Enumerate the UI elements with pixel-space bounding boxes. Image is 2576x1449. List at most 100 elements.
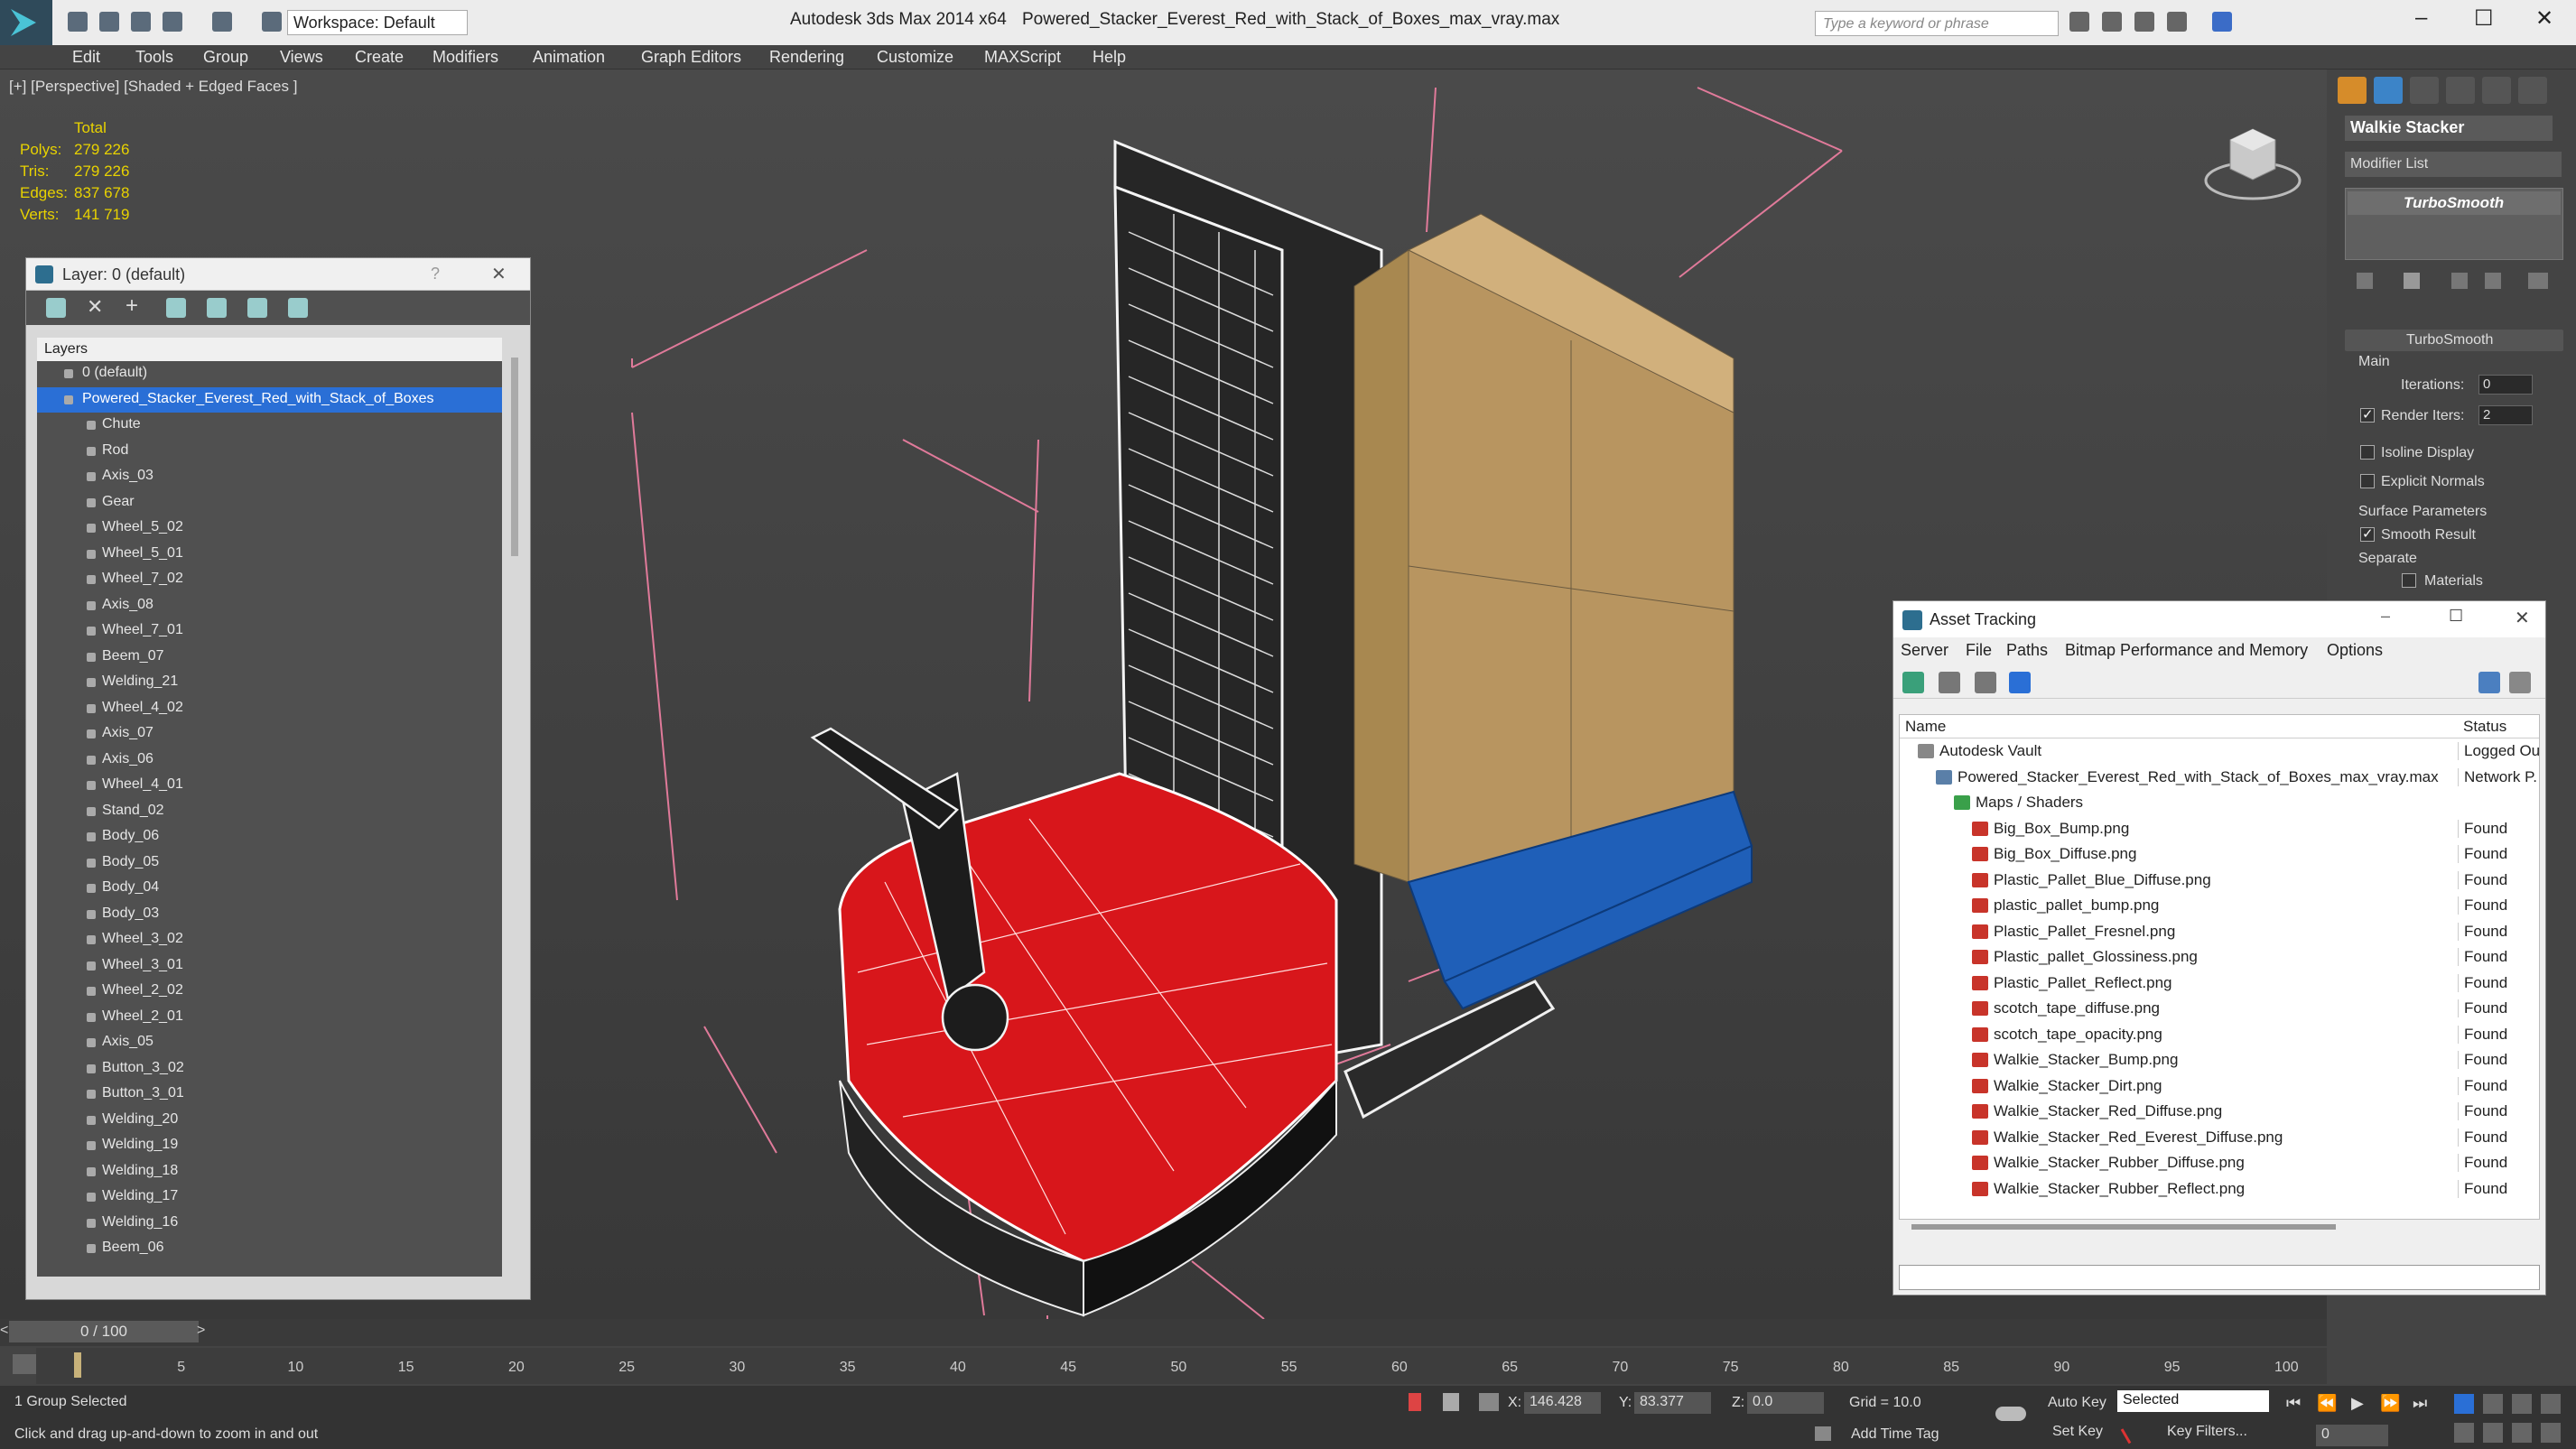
configure-sets-icon[interactable] bbox=[2528, 273, 2548, 289]
time-slider-bar[interactable] bbox=[0, 1319, 2327, 1346]
zoom-all-icon[interactable] bbox=[2483, 1394, 2503, 1414]
utilities-tab-icon[interactable] bbox=[2518, 77, 2547, 104]
asset-tracking-header[interactable]: Asset Tracking – ☐ ✕ bbox=[1893, 601, 2545, 637]
make-unique-icon[interactable] bbox=[2451, 273, 2468, 289]
key-mode-dropdown[interactable]: Selected bbox=[2117, 1390, 2269, 1412]
redo-icon[interactable] bbox=[212, 12, 232, 32]
menu-maxscript[interactable]: MAXScript bbox=[984, 48, 1061, 67]
layer-object-item[interactable]: Wheel_5_01 bbox=[37, 542, 502, 568]
asset-row[interactable]: scotch_tape_opacity.png Found bbox=[1900, 1022, 2539, 1048]
layer-panel-header[interactable]: Layer: 0 (default) ? ✕ bbox=[26, 258, 530, 291]
layer-object-item[interactable]: Axis_07 bbox=[37, 721, 502, 748]
close-icon[interactable]: ✕ bbox=[2515, 607, 2530, 629]
layer-object-item[interactable]: Beem_07 bbox=[37, 645, 502, 671]
prev-key-icon[interactable]: ⏪ bbox=[2317, 1394, 2337, 1413]
iterations-spinner[interactable]: 0 bbox=[2478, 375, 2533, 395]
render-iters-spinner[interactable]: 2 bbox=[2478, 405, 2533, 425]
asset-row[interactable]: Plastic_Pallet_Reflect.png Found bbox=[1900, 971, 2539, 997]
asset-row[interactable]: Walkie_Stacker_Rubber_Reflect.png Found bbox=[1900, 1176, 2539, 1203]
next-key-icon[interactable]: ⏩ bbox=[2380, 1394, 2400, 1413]
help-icon[interactable]: ? bbox=[431, 265, 440, 283]
binoculars-icon[interactable] bbox=[2069, 12, 2089, 32]
delete-layer-icon[interactable]: ✕ bbox=[87, 295, 107, 318]
layer-object-item[interactable]: Wheel_7_01 bbox=[37, 618, 502, 645]
current-frame-field[interactable]: 0 bbox=[2316, 1425, 2388, 1446]
layer-object-item[interactable]: Welding_21 bbox=[37, 670, 502, 696]
layer-object-item[interactable]: Beem_06 bbox=[37, 1236, 502, 1262]
table-view-icon[interactable] bbox=[1975, 672, 1996, 693]
modifier-list-dropdown[interactable]: Modifier List bbox=[2345, 152, 2562, 177]
minimize-icon[interactable]: – bbox=[2415, 5, 2427, 31]
menu-create[interactable]: Create bbox=[355, 48, 404, 67]
explicit-normals-checkbox[interactable] bbox=[2360, 474, 2375, 488]
motion-tab-icon[interactable] bbox=[2446, 77, 2475, 104]
display-tab-icon[interactable] bbox=[2482, 77, 2511, 104]
modify-tab-icon[interactable] bbox=[2374, 77, 2403, 104]
save-icon[interactable] bbox=[131, 12, 151, 32]
asset-hscrollbar[interactable] bbox=[1911, 1224, 2336, 1230]
maximize-icon[interactable]: ☐ bbox=[2474, 5, 2494, 32]
layer-list[interactable]: Layers 0 (default) Powered_Stacker_Evere… bbox=[37, 338, 502, 1277]
info-icon[interactable] bbox=[2509, 672, 2531, 693]
layer-object-item[interactable]: Stand_02 bbox=[37, 799, 502, 825]
asset-row[interactable]: Maps / Shaders bbox=[1900, 790, 2539, 816]
zoom-icon[interactable] bbox=[2454, 1394, 2474, 1414]
trackbar[interactable]: 5 10 15 20 25 30 35 40 45 50 55 60 65 70 75 80 85 90 95 100 bbox=[36, 1348, 2327, 1384]
layer-object-item[interactable]: Axis_03 bbox=[37, 464, 502, 490]
layer-default[interactable]: 0 (default) bbox=[37, 361, 502, 387]
layer-scrollbar[interactable] bbox=[511, 358, 518, 556]
layer-object-item[interactable]: Wheel_4_02 bbox=[37, 696, 502, 722]
help-icon[interactable] bbox=[2478, 672, 2500, 693]
maximize-viewport-icon[interactable] bbox=[2541, 1423, 2561, 1443]
go-to-end-icon[interactable]: ⏭ bbox=[2413, 1394, 2427, 1413]
layer-object-item[interactable]: Wheel_4_01 bbox=[37, 773, 502, 799]
asset-table[interactable]: Name Status Autodesk Vault Logged Ou Power… bbox=[1899, 714, 2540, 1220]
menu-graph-editors[interactable]: Graph Editors bbox=[641, 48, 741, 67]
close-icon[interactable]: ✕ bbox=[491, 263, 507, 285]
close-icon[interactable]: ✕ bbox=[2535, 5, 2553, 32]
col-status[interactable]: Status bbox=[2463, 718, 2506, 736]
workspace-dropdown[interactable]: Workspace: Default bbox=[287, 10, 468, 35]
zoom-extents-all-icon[interactable] bbox=[2541, 1394, 2561, 1414]
asset-row[interactable]: Plastic_Pallet_Blue_Diffuse.png Found bbox=[1900, 868, 2539, 894]
isoline-display-checkbox[interactable] bbox=[2360, 445, 2375, 460]
menu-group[interactable]: Group bbox=[203, 48, 248, 67]
asset-row[interactable]: scotch_tape_diffuse.png Found bbox=[1900, 996, 2539, 1022]
layer-object-item[interactable]: Welding_19 bbox=[37, 1133, 502, 1159]
layer-object-item[interactable]: Welding_20 bbox=[37, 1108, 502, 1134]
asset-row[interactable]: Plastic_Pallet_Fresnel.png Found bbox=[1900, 919, 2539, 945]
asset-row[interactable]: Walkie_Stacker_Bump.png Found bbox=[1900, 1047, 2539, 1073]
favorites-icon[interactable] bbox=[2167, 12, 2187, 32]
prev-frame-icon[interactable]: < bbox=[0, 1323, 8, 1339]
field-of-view-icon[interactable] bbox=[2454, 1423, 2474, 1443]
render-iters-checkbox[interactable] bbox=[2360, 406, 2375, 423]
layer-selected[interactable]: Powered_Stacker_Everest_Red_with_Stack_o… bbox=[37, 386, 502, 413]
refresh-icon[interactable] bbox=[1902, 672, 1924, 693]
hierarchy-tab-icon[interactable] bbox=[2410, 77, 2439, 104]
layer-object-item[interactable]: Axis_08 bbox=[37, 593, 502, 619]
freeze-all-icon[interactable] bbox=[288, 298, 308, 318]
communication-icon[interactable] bbox=[2102, 12, 2122, 32]
maximize-icon[interactable]: ☐ bbox=[2449, 607, 2463, 626]
project-icon[interactable] bbox=[262, 12, 282, 32]
viewport-label[interactable]: [+] [Perspective] [Shaded + Edged Faces … bbox=[9, 78, 297, 96]
modifier-turbosmooth[interactable]: TurboSmooth bbox=[2348, 191, 2561, 215]
y-coordinate[interactable]: 83.377 bbox=[1634, 1392, 1711, 1414]
materials-checkbox[interactable] bbox=[2402, 573, 2416, 588]
layer-object-item[interactable]: Welding_17 bbox=[37, 1184, 502, 1211]
col-name[interactable]: Name bbox=[1905, 718, 1946, 736]
exchange-icon[interactable] bbox=[2134, 12, 2154, 32]
layer-object-item[interactable]: Axis_06 bbox=[37, 748, 502, 774]
layer-object-item[interactable]: Gear bbox=[37, 490, 502, 516]
show-end-result-icon[interactable] bbox=[2404, 273, 2420, 289]
zoom-extents-icon[interactable] bbox=[2512, 1394, 2532, 1414]
asset-row[interactable]: Autodesk Vault Logged Ou bbox=[1900, 738, 2539, 765]
pan-view-icon[interactable] bbox=[2483, 1423, 2503, 1443]
layer-object-item[interactable]: Wheel_3_02 bbox=[37, 927, 502, 953]
play-icon[interactable]: ▶ bbox=[2351, 1394, 2364, 1413]
next-frame-icon[interactable]: > bbox=[197, 1323, 205, 1339]
layer-object-item[interactable]: Welding_18 bbox=[37, 1159, 502, 1185]
add-time-tag[interactable]: Add Time Tag bbox=[1851, 1426, 1939, 1443]
asset-row[interactable]: Big_Box_Bump.png Found bbox=[1900, 816, 2539, 842]
add-to-layer-icon[interactable]: + bbox=[126, 293, 145, 318]
